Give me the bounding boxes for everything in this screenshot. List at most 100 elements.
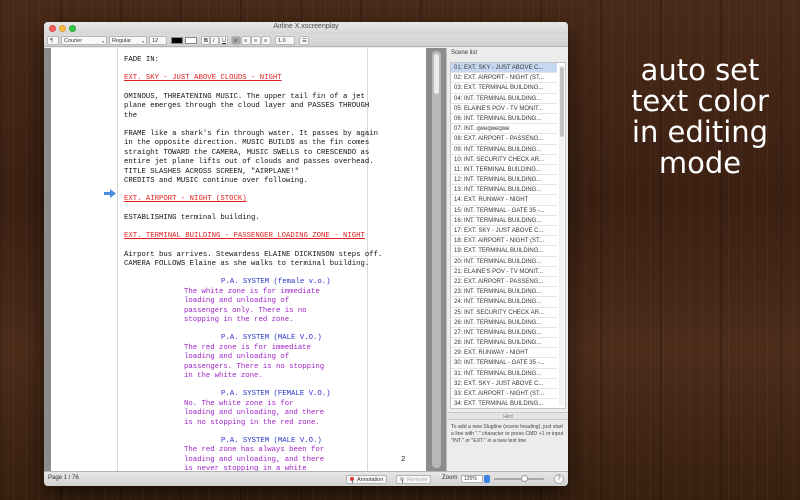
scene-list-item[interactable]: 25: INT. SECURITY CHECK AR... xyxy=(451,308,557,318)
scene-list-item[interactable]: 17: EXT. SKY - JUST ABOVE C... xyxy=(451,226,557,237)
align-center-icon[interactable]: ≡ xyxy=(241,36,251,45)
scene-list-scroll-thumb[interactable] xyxy=(560,67,564,137)
scene-list-item[interactable]: 33: EXT. AIRPORT - NIGHT (ST... xyxy=(451,389,557,400)
scene-list-item[interactable]: 28: INT. TERMINAL BUILDING... xyxy=(451,338,557,349)
underline-button[interactable]: U xyxy=(219,36,228,45)
script-line-dialogue[interactable]: The white zone is for immediate xyxy=(184,288,320,297)
chevron-down-icon: ▾ xyxy=(141,39,144,44)
scene-list-item[interactable]: 14: EXT. RUNWAY - NIGHT xyxy=(451,195,557,206)
scene-list-item[interactable]: 02: EXT. AIRPORT - NIGHT (ST... xyxy=(451,73,557,84)
editor-scroll-thumb[interactable] xyxy=(434,54,439,94)
script-line-dialogue[interactable]: loading and unloading of xyxy=(184,297,289,306)
font-family-select[interactable]: Courier ▾ xyxy=(61,36,107,45)
scene-list-item[interactable]: 03: EXT. TERMINAL BUILDING... xyxy=(451,83,557,94)
script-line-dialogue[interactable]: No. The white zone is for xyxy=(184,400,293,409)
scene-list-item[interactable]: 08: EXT. AIRPORT - PASSENG... xyxy=(451,134,557,145)
paragraph-style-select[interactable]: ¶ xyxy=(47,36,59,45)
remove-annotation-button[interactable]: Remove xyxy=(396,475,432,484)
script-page[interactable]: FADE IN: EXT. SKY - JUST ABOVE CLOUDS - N… xyxy=(51,48,426,471)
script-line-action[interactable]: plane emerges through the cloud layer an… xyxy=(124,102,369,111)
scene-list-item[interactable]: 30: INT. TERMINAL - GATE 35 -... xyxy=(451,358,557,369)
script-line-action[interactable]: Airport bus arrives. Stewardess ELAINE D… xyxy=(124,251,382,260)
script-line-scene[interactable]: EXT. AIRPORT - NIGHT (STOCK) xyxy=(124,195,247,204)
annotation-button[interactable]: Annotation xyxy=(346,475,388,484)
font-style-select[interactable]: Regular ▾ xyxy=(109,36,147,45)
scene-list-item[interactable]: 27: INT. TERMINAL BUILDING... xyxy=(451,328,557,339)
scene-list-item[interactable]: 32: EXT. SKY - JUST ABOVE C... xyxy=(451,379,557,389)
scene-list-item[interactable]: 22: EXT. AIRPORT - PASSENG... xyxy=(451,277,557,288)
scene-list-item[interactable]: 01: EXT. SKY - JUST ABOVE C... xyxy=(451,63,557,74)
script-line-action[interactable]: in the opposite direction. MUSIC BUILDS … xyxy=(124,139,369,148)
background-color-well[interactable] xyxy=(185,37,197,44)
scene-list[interactable]: 01: EXT. SKY - JUST ABOVE C... 02: EXT. A… xyxy=(450,62,566,409)
scene-list-item[interactable]: 34: EXT. TERMINAL BUILDING... xyxy=(451,399,557,408)
script-line-action[interactable]: ESTABLISHING terminal building. xyxy=(124,214,260,223)
script-line-dialogue[interactable]: is no stopping in the red zone. xyxy=(184,419,320,428)
align-left-icon[interactable]: ≡ xyxy=(231,36,241,45)
help-button[interactable]: ? xyxy=(554,474,564,484)
scene-list-item[interactable]: 07: INT. qweqweqwe xyxy=(451,124,557,135)
scene-list-item[interactable]: 10: INT. SECURITY CHECK AR... xyxy=(451,155,557,165)
scene-list-item[interactable]: 12: INT. TERMINAL BUILDING... xyxy=(451,175,557,186)
scene-list-item[interactable]: 23: INT. TERMINAL BUILDING... xyxy=(451,287,557,298)
script-line-action[interactable]: the xyxy=(124,112,137,121)
scene-list-item[interactable]: 13: INT. TERMINAL BUILDING... xyxy=(451,185,557,196)
script-line-dialogue[interactable]: loading and unloading, and there xyxy=(184,456,324,465)
script-line-character[interactable]: P.A. SYSTEM (FEMALE V.O.) xyxy=(221,390,330,399)
script-line-action[interactable]: straight TOWARD the CAMERA, MUSIC SWELLS… xyxy=(124,149,369,158)
align-justify-icon[interactable]: ≡ xyxy=(261,36,271,45)
script-line-character[interactable]: P.A. SYSTEM (MALE V.O.) xyxy=(221,334,322,343)
scene-list-item[interactable]: 11: INT. TERMINAL BUILDING... xyxy=(451,165,557,176)
scene-list-item[interactable]: 29: EXT. RUNWAY - NIGHT xyxy=(451,348,557,359)
bold-button[interactable]: B xyxy=(201,36,210,45)
scene-list-item[interactable]: 09: INT. TERMINAL BUILDING... xyxy=(451,145,557,155)
script-line-dialogue[interactable]: stopping in the red zone. xyxy=(184,316,293,325)
align-right-icon[interactable]: ≡ xyxy=(251,36,261,45)
zoom-stepper[interactable] xyxy=(484,475,490,483)
script-line-action[interactable]: TITLE SLASHES ACROSS SCREEN, "AIRPLANE!" xyxy=(124,168,299,177)
list-bullets-icon[interactable]: ☰ xyxy=(299,36,309,45)
script-line-dialogue[interactable]: loading and unloading of xyxy=(184,353,289,362)
script-line-dialogue[interactable]: passengers only. There is no xyxy=(184,307,307,316)
scene-list-item[interactable]: 18: EXT. AIRPORT - NIGHT (ST... xyxy=(451,236,557,247)
script-line-action[interactable]: entire jet plane lifts out of clouds and… xyxy=(124,158,374,167)
scene-list-item[interactable]: 20: INT. TERMINAL BUILDING... xyxy=(451,257,557,267)
scene-list-item[interactable]: 31: INT. TERMINAL BUILDING... xyxy=(451,369,557,379)
zoom-slider-knob[interactable] xyxy=(520,475,528,482)
line-spacing-select[interactable]: 1.0 xyxy=(275,36,295,45)
font-size-value: 12 xyxy=(152,38,159,44)
script-line-scene[interactable]: EXT. SKY - JUST ABOVE CLOUDS - NIGHT xyxy=(124,74,282,83)
text-color-well[interactable] xyxy=(171,37,183,44)
scene-list-item[interactable]: 05: ELAINE'S POV - TV MONIT... xyxy=(451,104,557,114)
page-indicator: Page 1 / 76 xyxy=(48,475,79,481)
script-line-action[interactable]: CREDITS and MUSIC continue over followin… xyxy=(124,177,308,186)
script-line-action[interactable]: FRAME like a shark's fin through water. … xyxy=(124,130,378,139)
script-line-dialogue[interactable]: passengers. There is no stopping xyxy=(184,363,324,372)
script-line-action[interactable]: CAMERA FOLLOWS Elaine as she walks to te… xyxy=(124,260,369,269)
zoom-slider[interactable] xyxy=(494,478,544,480)
script-line-dialogue[interactable]: The red zone is for immediate xyxy=(184,344,311,353)
scene-list-item[interactable]: 16: INT. TERMINAL BUILDING... xyxy=(451,216,557,226)
font-size-select[interactable]: 12 xyxy=(149,36,167,45)
scene-list-item[interactable]: 24: INT. TERMINAL BUILDING... xyxy=(451,297,557,308)
italic-button[interactable]: I xyxy=(210,36,219,45)
script-line-action[interactable]: FADE IN: xyxy=(124,56,159,65)
script-line-character[interactable]: P.A. SYSTEM (MALE V.O.) xyxy=(221,437,322,446)
scene-list-item[interactable]: 06: INT. TERMINAL BUILDING... xyxy=(451,114,557,125)
promo-line: in editing xyxy=(631,115,769,149)
script-line-dialogue[interactable]: in the white zone. xyxy=(184,372,263,381)
scene-list-item[interactable]: 15: INT. TERMINAL - GATE 35 -... xyxy=(451,206,557,216)
script-line-dialogue[interactable]: loading and unloading, and there xyxy=(184,409,324,418)
scene-list-item[interactable]: 21: ELAINE'S POV - TV MONIT... xyxy=(451,267,557,277)
zoom-field[interactable]: 125% xyxy=(461,475,483,483)
script-line-action[interactable]: OMINOUS, THREATENING MUSIC. The upper ta… xyxy=(124,93,365,102)
scene-list-item[interactable]: 19: EXT. TERMINAL BUILDING... xyxy=(451,246,557,257)
script-line-character[interactable]: P.A. SYSTEM (female v.o.) xyxy=(221,278,330,287)
script-line-scene[interactable]: EXT. TERMINAL BUILDING - PASSENGER LOADI… xyxy=(124,232,365,241)
scene-list-item[interactable]: 04: INT. TERMINAL BUILDING... xyxy=(451,94,557,104)
script-editor[interactable]: FADE IN: EXT. SKY - JUST ABOVE CLOUDS - N… xyxy=(44,48,446,471)
script-line-dialogue[interactable]: The red zone has always been for xyxy=(184,446,324,455)
editor-scrollbar[interactable] xyxy=(432,51,441,468)
app-window: Airline X.xscreenplay ¶ Courier ▾ Regular… xyxy=(44,22,568,486)
scene-list-item[interactable]: 26: INT. TERMINAL BUILDING... xyxy=(451,318,557,328)
